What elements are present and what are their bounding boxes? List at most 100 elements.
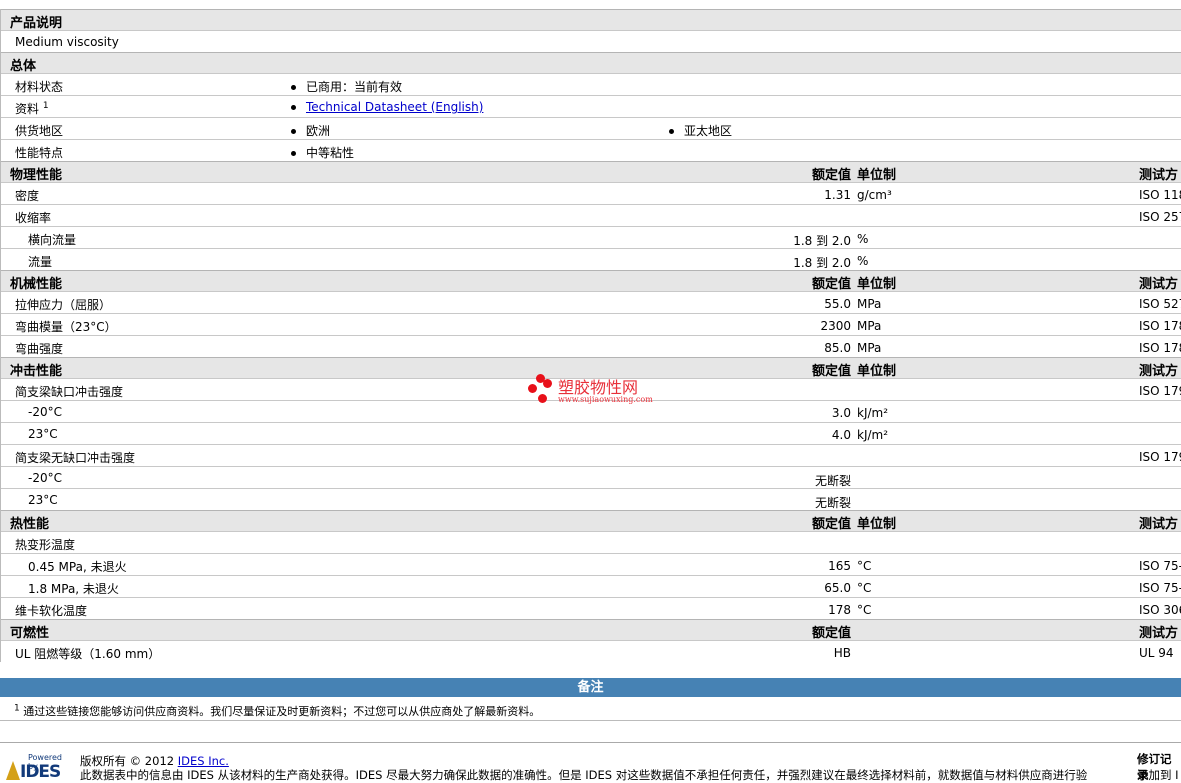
- property-label-text: 拉伸应力（屈服）: [15, 298, 112, 312]
- bullet-item: 欧洲: [291, 122, 330, 139]
- table-row: UL 阻燃等级（1.60 mm） HB UL 94: [1, 640, 1181, 662]
- test-method: ISO 75-2: [1139, 581, 1181, 595]
- column-header-unit: 单位制: [857, 364, 897, 379]
- property-label: 性能特点: [15, 144, 63, 161]
- logo-name: IDES: [20, 762, 61, 782]
- table-row: 1.8 MPa, 未退火 65.0 °C ISO 75-2: [1, 575, 1181, 597]
- ides-logo: Powered by IDES: [6, 753, 70, 782]
- nominal-value: 65.0: [824, 581, 851, 595]
- footnote-text: 通过这些链接您能够访问供应商资料。我们尽量保证及时更新资料；不过您可以从供应商处…: [23, 705, 541, 718]
- property-label-text: 流量: [28, 255, 53, 269]
- copyright-text: 版权所有 © 2012: [80, 754, 178, 768]
- property-label: -20°C: [28, 471, 62, 485]
- table-row: 简支梁缺口冲击强度 ISO 179: [1, 378, 1181, 400]
- table-row: 23°C 4.0 kJ/m²: [1, 422, 1181, 444]
- property-label-text: 简支梁缺口冲击强度: [15, 385, 124, 399]
- property-label-text: Medium viscosity: [15, 35, 119, 49]
- unit: °C: [857, 603, 872, 617]
- footnote-mark: 1: [14, 703, 20, 714]
- property-label: 弯曲强度: [15, 340, 63, 357]
- unit: MPa: [857, 341, 882, 355]
- unit: °C: [857, 559, 872, 573]
- test-method: ISO 75-2: [1139, 559, 1181, 573]
- nominal-value: 85.0: [824, 341, 851, 355]
- nominal-value: 55.0: [824, 297, 851, 311]
- table-row: 热变形温度: [1, 531, 1181, 553]
- section-title: 机械性能: [10, 277, 63, 292]
- bullet-text: 欧洲: [306, 124, 331, 138]
- section-title: 冲击性能: [10, 364, 63, 379]
- column-header-value: 额定值: [811, 517, 851, 532]
- unit: %: [857, 254, 869, 268]
- nominal-value: HB: [833, 646, 851, 660]
- table-row: 23°C 无断裂: [1, 488, 1181, 510]
- property-label: 简支梁缺口冲击强度: [15, 383, 123, 400]
- column-header-value: 额定值: [811, 277, 851, 292]
- bullet-icon: [291, 151, 296, 156]
- property-label-text: 供货地区: [15, 124, 64, 138]
- column-header-test-method: 测试方: [1139, 277, 1179, 292]
- property-label-text: 维卡软化温度: [15, 604, 88, 618]
- property-label: 流量: [28, 253, 52, 270]
- property-label: 拉伸应力（屈服）: [15, 296, 111, 313]
- property-label: 供货地区: [15, 122, 63, 139]
- section-title: 可燃性: [10, 626, 50, 641]
- datasheet-link[interactable]: Technical Datasheet (English): [306, 100, 483, 114]
- test-method: ISO 179: [1139, 450, 1181, 464]
- unit: g/cm³: [857, 188, 892, 202]
- bullet-item: 已商用：当前有效: [291, 78, 402, 95]
- property-label: 横向流量: [28, 231, 76, 248]
- section-header: 可燃性 额定值 测试方: [1, 619, 1181, 641]
- property-label: 维卡软化温度: [15, 602, 87, 619]
- bullet-text: 已商用：当前有效: [306, 80, 403, 94]
- unit: MPa: [857, 297, 882, 311]
- property-label: Medium viscosity: [15, 35, 119, 49]
- table-row: Medium viscosity: [1, 30, 1181, 52]
- property-label: 0.45 MPa, 未退火: [28, 558, 127, 575]
- test-method: UL 94: [1139, 646, 1174, 660]
- table-row: 维卡软化温度 178 °C ISO 306: [1, 597, 1181, 619]
- column-header-test-method: 测试方: [1139, 626, 1179, 641]
- company-link[interactable]: IDES Inc.: [178, 754, 229, 768]
- property-label: 23°C: [28, 427, 58, 441]
- property-label: 密度: [15, 187, 39, 204]
- property-label: 材料状态: [15, 78, 63, 95]
- bullet-text: 中等粘性: [306, 146, 355, 160]
- table-row: 资料 1 Technical Datasheet (English): [1, 95, 1181, 117]
- test-method: ISO 178: [1139, 341, 1181, 355]
- footnote-ref: 1: [42, 101, 49, 111]
- nominal-value: 165: [828, 559, 851, 573]
- nominal-value: 1.8 到 2.0: [793, 256, 851, 270]
- section-header: 冲击性能 额定值 单位制 测试方: [1, 357, 1181, 379]
- table-row: 流量 1.8 到 2.0%: [1, 248, 1181, 270]
- nominal-value: 2300: [820, 319, 851, 333]
- test-method: ISO 257: [1139, 210, 1181, 224]
- table-row: 0.45 MPa, 未退火 165 °C ISO 75-2: [1, 553, 1181, 575]
- unit: °C: [857, 581, 872, 595]
- column-header-test-method: 测试方: [1139, 168, 1179, 183]
- column-header-unit: 单位制: [857, 517, 897, 532]
- property-label: UL 阻燃等级（1.60 mm）: [15, 645, 160, 662]
- property-label: 资料 1: [15, 100, 49, 117]
- property-label-text: -20°C: [28, 471, 62, 485]
- section-header: 机械性能 额定值 单位制 测试方: [1, 270, 1181, 292]
- test-method: ISO 527: [1139, 297, 1181, 311]
- property-label-text: -20°C: [28, 405, 62, 419]
- bullet-text: 亚太地区: [684, 124, 733, 138]
- section-title: 总体: [10, 59, 37, 74]
- test-method: ISO 118: [1139, 188, 1181, 202]
- spacer-row: [0, 720, 1181, 743]
- property-label-text: 23°C: [28, 427, 58, 441]
- table-row: 供货地区 欧洲 亚太地区: [1, 117, 1181, 139]
- section-header: 产品说明: [1, 9, 1181, 31]
- property-label: -20°C: [28, 405, 62, 419]
- column-header-value: 额定值: [811, 364, 851, 379]
- property-label-text: UL 阻燃等级（1.60 mm）: [15, 647, 161, 661]
- nominal-value: 无断裂: [814, 496, 851, 510]
- disclaimer: 此数据表中的信息由 IDES 从该材料的生产商处获得。IDES 尽最大努力确保此…: [80, 768, 1088, 782]
- section-title: 物理性能: [10, 168, 63, 183]
- property-label: 1.8 MPa, 未退火: [28, 580, 119, 597]
- property-label-text: 性能特点: [15, 146, 64, 160]
- column-header-value: 额定值: [811, 626, 851, 641]
- bullet-icon: [291, 129, 296, 134]
